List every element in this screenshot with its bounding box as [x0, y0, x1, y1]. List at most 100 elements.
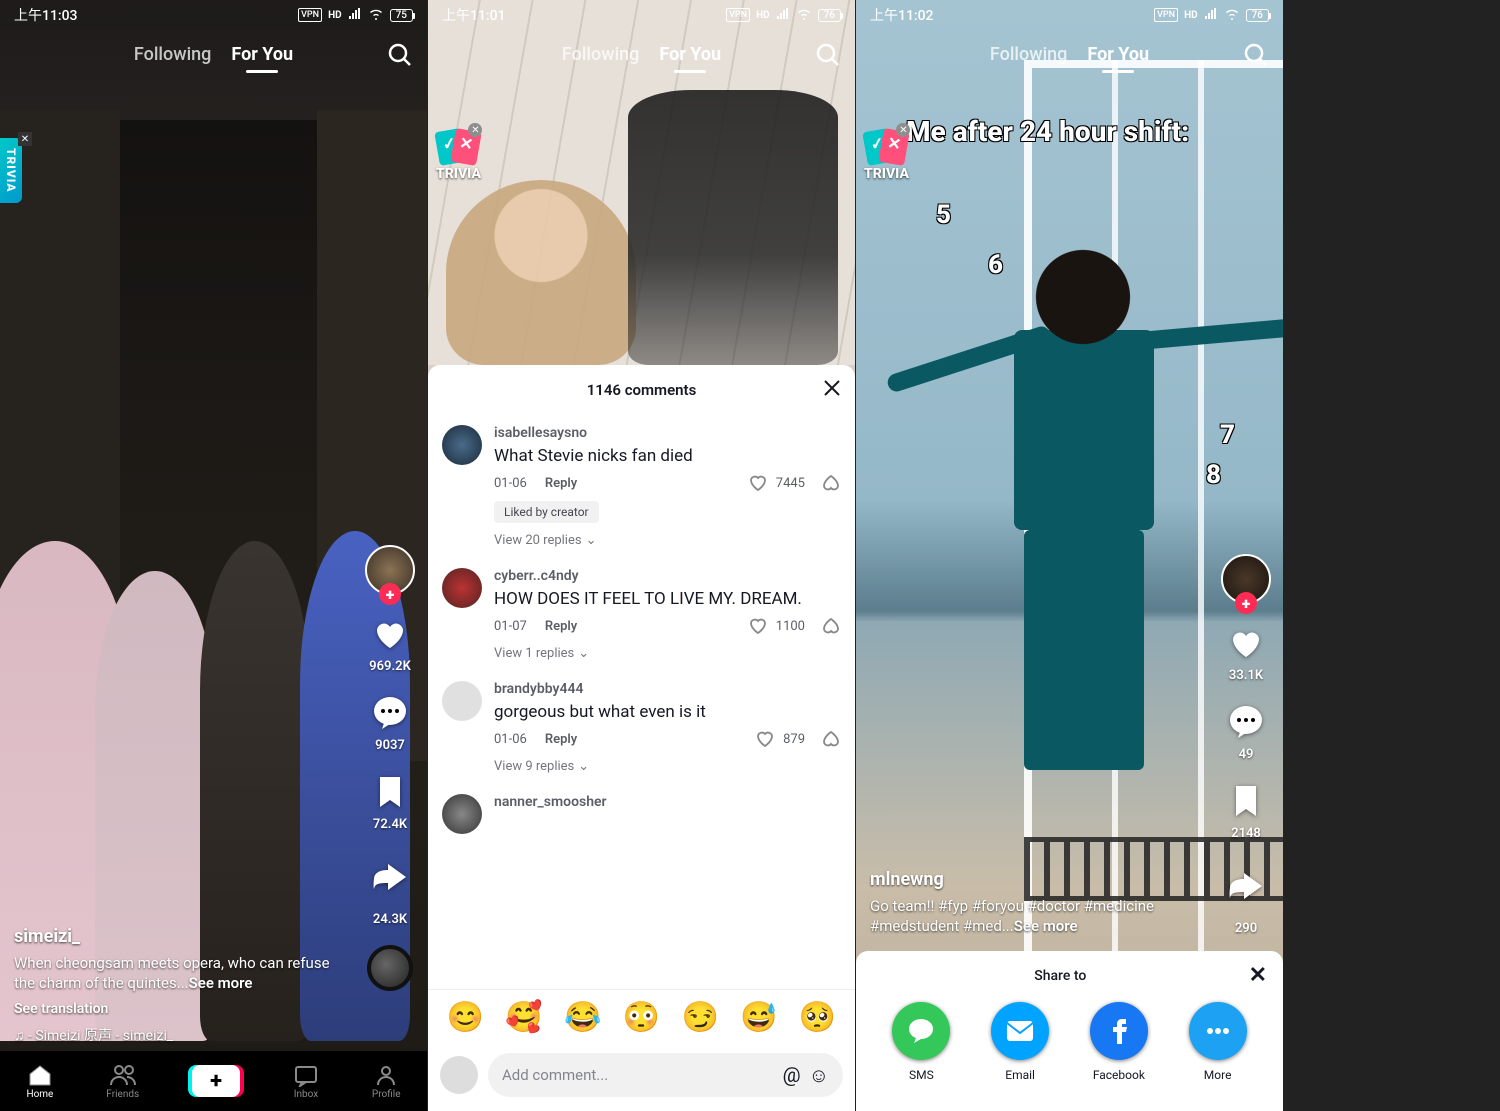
- share-icon: [1217, 859, 1275, 917]
- video-caption[interactable]: Go team!! #fyp #foryou #doctor #medicine…: [870, 896, 1203, 937]
- comment-icon: [1225, 701, 1267, 743]
- like-icon[interactable]: [748, 473, 768, 493]
- avatar[interactable]: [442, 425, 482, 465]
- bookmark-icon: [1225, 780, 1267, 822]
- hd-icon: HD: [328, 10, 342, 21]
- close-icon[interactable]: ✕: [18, 132, 32, 146]
- like-button[interactable]: 969.2K: [369, 613, 411, 674]
- nav-upload[interactable]: +: [192, 1065, 240, 1097]
- comment-input[interactable]: Add comment... @ ☺: [488, 1053, 843, 1097]
- countdown-number: 5: [936, 200, 951, 230]
- mention-icon[interactable]: @: [783, 1063, 801, 1087]
- plus-icon: +: [210, 1069, 222, 1094]
- share-facebook[interactable]: Facebook: [1090, 1002, 1148, 1082]
- creator-username[interactable]: mlnewng: [870, 869, 1203, 890]
- signal-icon: [776, 8, 790, 23]
- like-icon[interactable]: [755, 729, 775, 749]
- creator-username[interactable]: simeizi_: [14, 926, 347, 947]
- dislike-icon[interactable]: [821, 729, 841, 749]
- nav-inbox[interactable]: Inbox: [293, 1063, 319, 1100]
- sound-disc[interactable]: [367, 945, 413, 991]
- trivia-badge[interactable]: TRIVIA: [0, 138, 22, 203]
- my-avatar[interactable]: [440, 1056, 478, 1094]
- friends-icon: [109, 1063, 137, 1087]
- status-bar: 上午11:01 VPN HD 76: [428, 0, 855, 30]
- search-icon[interactable]: [815, 42, 841, 72]
- emoji-button[interactable]: 🥰: [505, 1000, 542, 1035]
- tab-following[interactable]: Following: [990, 44, 1068, 65]
- like-button[interactable]: 33.1K: [1225, 622, 1267, 683]
- search-icon[interactable]: [1243, 42, 1269, 72]
- comment-text: What Stevie nicks fan died: [494, 445, 841, 467]
- follow-plus-icon[interactable]: +: [1235, 592, 1257, 614]
- dislike-icon[interactable]: [821, 616, 841, 636]
- reply-button[interactable]: Reply: [545, 732, 577, 747]
- close-icon[interactable]: ✕: [1249, 963, 1267, 988]
- share-email[interactable]: Email: [991, 1002, 1049, 1082]
- emoji-button[interactable]: 😂: [564, 1000, 601, 1035]
- comment-icon: [369, 692, 411, 734]
- bookmark-button[interactable]: 72.4K: [369, 771, 411, 832]
- share-button[interactable]: 290: [1217, 859, 1275, 936]
- battery-icon: 75: [390, 9, 413, 22]
- share-sms[interactable]: SMS: [892, 1002, 950, 1082]
- nav-profile[interactable]: Profile: [372, 1063, 401, 1100]
- comment-button[interactable]: 49: [1225, 701, 1267, 762]
- comments-sheet: 1146 comments isabellesaysno What Stevie…: [428, 365, 855, 1111]
- follow-plus-icon[interactable]: +: [379, 583, 401, 605]
- share-count: 24.3K: [373, 912, 407, 927]
- trivia-badge[interactable]: ✕ TRIVIA: [864, 126, 909, 182]
- emoji-button[interactable]: 😳: [623, 1000, 660, 1035]
- dislike-icon[interactable]: [821, 473, 841, 493]
- comment-username[interactable]: isabellesaysno: [494, 425, 841, 441]
- reply-button[interactable]: Reply: [545, 476, 577, 491]
- see-translation-button[interactable]: See translation: [14, 1001, 347, 1017]
- like-icon[interactable]: [748, 616, 768, 636]
- sms-icon: [892, 1002, 950, 1060]
- emoji-button[interactable]: 😅: [740, 1000, 777, 1035]
- tab-following[interactable]: Following: [562, 44, 640, 65]
- tab-foryou[interactable]: For You: [659, 44, 721, 65]
- video-caption[interactable]: When cheongsam meets opera, who can refu…: [14, 953, 347, 994]
- signal-icon: [1204, 8, 1218, 23]
- chevron-down-icon: ⌄: [578, 759, 589, 774]
- comment-button[interactable]: 9037: [369, 692, 411, 753]
- avatar[interactable]: [442, 794, 482, 834]
- phone-3: 上午11:02 VPN HD 76 Following For You ✕ TR…: [856, 0, 1283, 1111]
- tab-foryou[interactable]: For You: [1087, 44, 1149, 65]
- avatar[interactable]: [442, 681, 482, 721]
- comment-username[interactable]: cyberr..c4ndy: [494, 568, 841, 584]
- share-button[interactable]: 24.3K: [361, 850, 419, 927]
- status-bar: 上午11:02 VPN HD 76: [856, 0, 1283, 30]
- tab-following[interactable]: Following: [134, 44, 212, 65]
- reply-button[interactable]: Reply: [545, 619, 577, 634]
- view-replies-button[interactable]: View 9 replies ⌄: [494, 759, 841, 774]
- emoji-button[interactable]: 😏: [681, 1000, 718, 1035]
- comment-username[interactable]: brandybby444: [494, 681, 841, 697]
- emoji-button[interactable]: 🥺: [799, 1000, 836, 1035]
- view-replies-button[interactable]: View 20 replies ⌄: [494, 533, 841, 548]
- close-icon[interactable]: [821, 377, 843, 403]
- search-icon[interactable]: [387, 42, 413, 72]
- profile-icon: [374, 1063, 398, 1087]
- comments-list[interactable]: isabellesaysno What Stevie nicks fan die…: [428, 415, 855, 989]
- creator-avatar[interactable]: +: [1221, 554, 1271, 604]
- nav-home[interactable]: Home: [26, 1063, 53, 1100]
- trivia-badge[interactable]: ✕ TRIVIA: [436, 126, 481, 182]
- nav-friends[interactable]: Friends: [106, 1063, 139, 1100]
- share-more[interactable]: More: [1189, 1002, 1247, 1082]
- avatar[interactable]: [442, 568, 482, 608]
- comment-username[interactable]: nanner_smoosher: [494, 794, 841, 810]
- inbox-icon: [293, 1063, 319, 1087]
- sound-title[interactable]: ♫ - Simeizi 原声 - simeizi_: [14, 1025, 347, 1045]
- comment-input-row: Add comment... @ ☺: [428, 1045, 855, 1111]
- see-more-button[interactable]: See more: [1014, 917, 1078, 935]
- bookmark-button[interactable]: 2148: [1225, 780, 1267, 841]
- creator-avatar[interactable]: +: [365, 545, 415, 595]
- tab-foryou[interactable]: For You: [231, 44, 293, 65]
- facebook-icon: [1090, 1002, 1148, 1060]
- see-more-button[interactable]: See more: [189, 974, 253, 992]
- emoji-button[interactable]: 😊: [447, 1000, 484, 1035]
- view-replies-button[interactable]: View 1 replies ⌄: [494, 646, 841, 661]
- emoji-icon[interactable]: ☺: [809, 1063, 829, 1088]
